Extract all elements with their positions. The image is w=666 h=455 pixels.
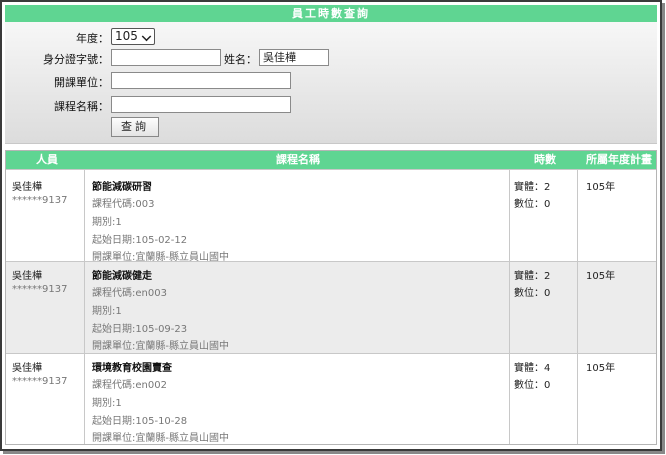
plan-year: 105年	[586, 271, 616, 282]
table-header: 人員 課程名稱 時數 所屬年度計畫	[6, 151, 656, 169]
results-table: 人員 課程名稱 時數 所屬年度計畫 吳佳樺 ******9137 節能減碳研習 …	[5, 150, 657, 445]
course-name: 環境教育校園賣查	[92, 363, 172, 374]
unit-input[interactable]	[111, 72, 291, 89]
hours-physical: 實體：4	[514, 363, 551, 374]
person-name: 吳佳樺	[12, 271, 42, 282]
person-id: ******9137	[12, 284, 68, 295]
hours-digital: 數位：0	[514, 288, 551, 299]
id-number-input[interactable]	[111, 49, 221, 66]
year-select-value: 105	[115, 29, 138, 43]
plan-year: 105年	[586, 363, 616, 374]
course-start-date: 起始日期:105-02-12	[92, 235, 188, 246]
name-label: 姓名：	[224, 53, 257, 66]
table-row: 吳佳樺 ******9137 節能減碳健走 課程代碼:en003 期別:1 起始…	[6, 261, 656, 353]
id-label: 身分證字號：	[43, 53, 109, 66]
hours-physical: 實體：2	[514, 271, 551, 282]
course-period: 期別:1	[92, 398, 122, 409]
person-name: 吳佳樺	[12, 363, 42, 374]
course-code: 課程代碼:en002	[92, 380, 167, 391]
header-plan-year: 所屬年度計畫	[586, 153, 652, 166]
course-period: 期別:1	[92, 217, 122, 228]
course-start-date: 起始日期:105-10-28	[92, 416, 188, 427]
course-label: 課程名稱：	[54, 100, 109, 113]
course-unit: 開課單位:宜蘭縣-縣立員山國中	[92, 433, 229, 444]
course-start-date: 起始日期:105-09-23	[92, 324, 188, 335]
table-row: 吳佳樺 ******9137 環境教育校園賣查 課程代碼:en002 期別:1 …	[6, 353, 656, 444]
query-button[interactable]: 查詢	[111, 117, 159, 137]
hours-digital: 數位：0	[514, 199, 551, 210]
course-code: 課程代碼:003	[92, 199, 155, 210]
person-name: 吳佳樺	[12, 182, 42, 193]
person-id: ******9137	[12, 376, 68, 387]
chevron-down-icon	[141, 31, 152, 42]
course-code: 課程代碼:en003	[92, 288, 167, 299]
header-person: 人員	[36, 153, 58, 166]
course-period: 期別:1	[92, 306, 122, 317]
header-course: 課程名稱	[276, 153, 320, 166]
course-input[interactable]	[111, 96, 291, 113]
course-name: 節能減碳研習	[92, 182, 152, 193]
search-form: 年度： 105 身分證字號： 姓名： 吳佳樺 開課單位： 課程名稱： 查詢	[5, 22, 657, 144]
year-label: 年度：	[76, 32, 109, 45]
table-row: 吳佳樺 ******9137 節能減碳研習 課程代碼:003 期別:1 起始日期…	[6, 169, 656, 263]
unit-label: 開課單位：	[54, 76, 109, 89]
name-input[interactable]: 吳佳樺	[259, 49, 329, 66]
plan-year: 105年	[586, 182, 616, 193]
person-id: ******9137	[12, 195, 68, 206]
hours-physical: 實體：2	[514, 182, 551, 193]
header-hours: 時數	[534, 153, 556, 166]
page-title: 員工時數查詢	[5, 5, 657, 22]
course-unit: 開課單位:宜蘭縣-縣立員山國中	[92, 341, 229, 352]
course-name: 節能減碳健走	[92, 271, 152, 282]
hours-digital: 數位：0	[514, 380, 551, 391]
page-frame: 員工時數查詢 年度： 105 身分證字號： 姓名： 吳佳樺 開課單位： 課程名稱…	[0, 0, 662, 451]
year-select[interactable]: 105	[111, 28, 155, 45]
